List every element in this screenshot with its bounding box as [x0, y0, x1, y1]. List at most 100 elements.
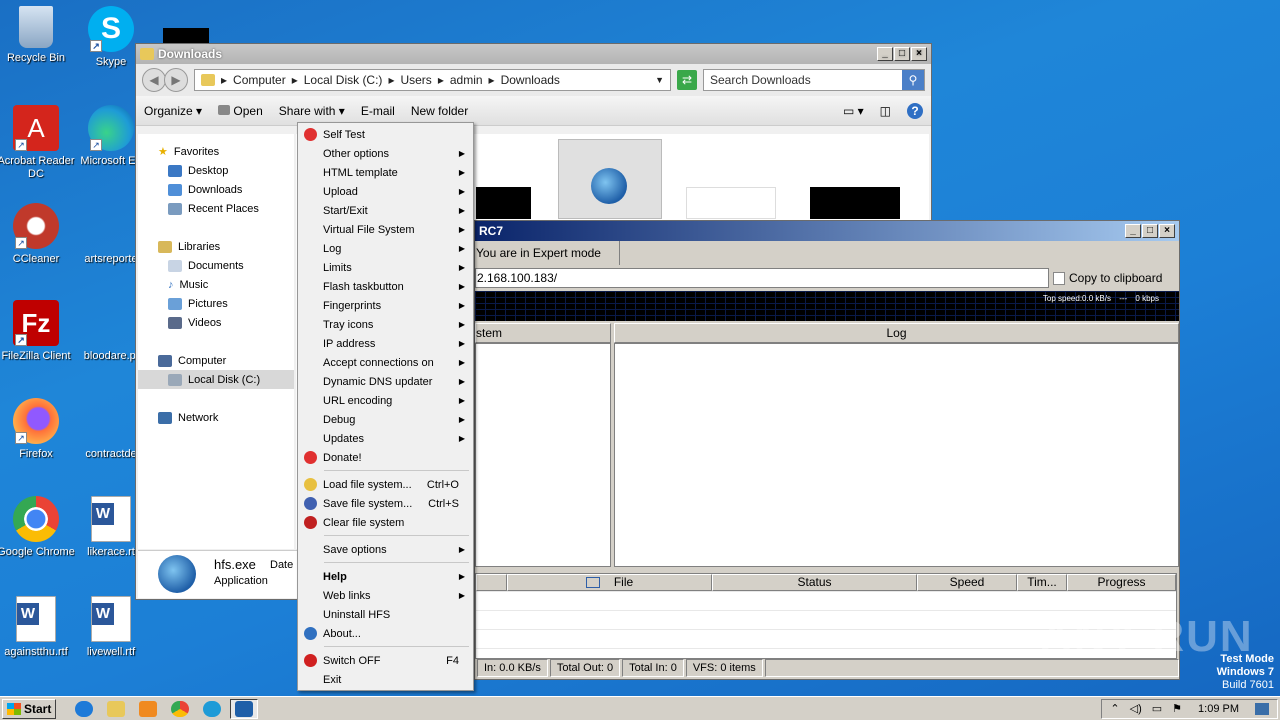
menu-item-self-test[interactable]: Self Test: [300, 125, 471, 144]
minimize-button[interactable]: _: [1125, 224, 1141, 238]
nav-local-disk[interactable]: Local Disk (C:): [138, 370, 294, 389]
share-with-button[interactable]: Share with ▾: [279, 104, 345, 118]
menu-item-about[interactable]: About...: [300, 624, 471, 643]
menu-item-other-options[interactable]: Other options ▶: [300, 144, 471, 163]
taskbar-chrome[interactable]: [166, 699, 194, 719]
minimize-button[interactable]: _: [877, 47, 893, 61]
menu-item-ip-address[interactable]: IP address ▶: [300, 334, 471, 353]
volume-icon[interactable]: ◁): [1130, 702, 1142, 715]
organize-button[interactable]: Organize ▾: [144, 104, 202, 118]
nav-videos[interactable]: Videos: [138, 313, 294, 332]
desktop-icon-acrobat[interactable]: A ↗ Acrobat Reader DC: [0, 105, 75, 181]
menu-item-url-encoding[interactable]: URL encoding ▶: [300, 391, 471, 410]
menu-item-web-links[interactable]: Web links ▶: [300, 586, 471, 605]
menu-item-uninstall-hfs[interactable]: Uninstall HFS: [300, 605, 471, 624]
menu-item-debug[interactable]: Debug ▶: [300, 410, 471, 429]
forward-button[interactable]: ▶: [164, 68, 188, 92]
col-time[interactable]: Tim...: [1017, 574, 1067, 591]
taskbar-media-player[interactable]: [134, 699, 162, 719]
log-area[interactable]: [614, 343, 1179, 567]
desktop-icon-livewell[interactable]: W livewell.rtf: [72, 596, 150, 659]
nav-network[interactable]: Network: [138, 408, 294, 427]
menu-item-html-template[interactable]: HTML template ▶: [300, 163, 471, 182]
menu-item-tray-icons[interactable]: Tray icons ▶: [300, 315, 471, 334]
menu-item-virtual-file-system[interactable]: Virtual File System ▶: [300, 220, 471, 239]
file-thumbnail[interactable]: [476, 187, 531, 219]
back-button[interactable]: ◀: [142, 68, 166, 92]
col-file[interactable]: File: [507, 574, 712, 591]
col-speed[interactable]: Speed: [917, 574, 1017, 591]
email-button[interactable]: E-mail: [361, 104, 395, 118]
desktop-icon-againstthu[interactable]: W againstthu.rtf: [0, 596, 75, 659]
desktop-icon-recycle-bin[interactable]: Recycle Bin: [0, 6, 75, 65]
address-bar[interactable]: ▸ Computer ▸ Local Disk (C:) ▸ Users ▸ a…: [194, 69, 671, 91]
file-thumbnail-selected[interactable]: [558, 139, 662, 219]
show-desktop-icon[interactable]: [1255, 702, 1269, 715]
maximize-button[interactable]: □: [1142, 224, 1158, 238]
breadcrumb-local-disk[interactable]: Local Disk (C:): [304, 73, 383, 87]
menu-item-load-file-system[interactable]: Load file system... Ctrl+O: [300, 475, 471, 494]
refresh-button[interactable]: ⇄: [677, 70, 697, 90]
network-tray-icon[interactable]: ▭: [1152, 702, 1162, 715]
help-icon[interactable]: ?: [907, 102, 923, 119]
menu-item-accept-connections-on[interactable]: Accept connections on ▶: [300, 353, 471, 372]
menu-item-switch-off[interactable]: Switch OFF F4: [300, 651, 471, 670]
nav-computer[interactable]: Computer: [138, 351, 294, 370]
menu-item-log[interactable]: Log ▶: [300, 239, 471, 258]
nav-recent-places[interactable]: Recent Places: [138, 199, 294, 218]
menu-item-fingerprints[interactable]: Fingerprints ▶: [300, 296, 471, 315]
clock[interactable]: 1:09 PM: [1198, 703, 1239, 715]
taskbar-explorer[interactable]: [102, 699, 130, 719]
breadcrumb-admin[interactable]: admin: [450, 73, 483, 87]
taskbar-edge[interactable]: [198, 699, 226, 719]
open-button[interactable]: Open: [218, 104, 263, 118]
copy-to-clipboard-button[interactable]: Copy to clipboard: [1053, 271, 1162, 285]
start-button[interactable]: Start: [2, 698, 56, 719]
mode-button[interactable]: You are in Expert mode: [475, 241, 620, 265]
menu-item-limits[interactable]: Limits ▶: [300, 258, 471, 277]
breadcrumb-computer[interactable]: Computer: [233, 73, 286, 87]
menu-item-save-file-system[interactable]: Save file system... Ctrl+S: [300, 494, 471, 513]
menu-item-dynamic-dns-updater[interactable]: Dynamic DNS updater ▶: [300, 372, 471, 391]
chevron-down-icon[interactable]: ▼: [655, 75, 664, 85]
menu-item-help[interactable]: Help ▶: [300, 567, 471, 586]
tray-expand-icon[interactable]: ⌃: [1110, 702, 1119, 715]
menu-item-donate[interactable]: Donate!: [300, 448, 471, 467]
nav-favorites[interactable]: ★ Favorites: [138, 142, 294, 161]
nav-documents[interactable]: Documents: [138, 256, 294, 275]
menu-item-save-options[interactable]: Save options ▶: [300, 540, 471, 559]
desktop-icon-ccleaner[interactable]: ↗ CCleaner: [0, 203, 75, 266]
menu-item-updates[interactable]: Updates ▶: [300, 429, 471, 448]
desktop-icon-firefox[interactable]: ↗ Firefox: [0, 398, 75, 461]
maximize-button[interactable]: □: [894, 47, 910, 61]
menu-item-start-exit[interactable]: Start/Exit ▶: [300, 201, 471, 220]
taskbar-hfs[interactable]: [230, 698, 258, 719]
breadcrumb-users[interactable]: Users: [400, 73, 431, 87]
menu-item-exit[interactable]: Exit: [300, 670, 471, 689]
desktop-icon-chrome[interactable]: Google Chrome: [0, 496, 75, 559]
search-input[interactable]: Search Downloads ⚲: [703, 69, 925, 91]
url-field[interactable]: 2.168.100.183/: [475, 268, 1049, 288]
breadcrumb-downloads[interactable]: Downloads: [501, 73, 560, 87]
file-thumbnail[interactable]: [686, 187, 776, 219]
preview-pane-icon[interactable]: ◫: [880, 104, 891, 118]
menu-item-flash-taskbutton[interactable]: Flash taskbutton ▶: [300, 277, 471, 296]
vfs-tree[interactable]: [475, 343, 611, 567]
nav-pictures[interactable]: Pictures: [138, 294, 294, 313]
flag-icon[interactable]: ⚑: [1172, 702, 1182, 715]
menu-item-upload[interactable]: Upload ▶: [300, 182, 471, 201]
close-button[interactable]: ×: [1159, 224, 1175, 238]
nav-libraries[interactable]: Libraries: [138, 237, 294, 256]
nav-desktop[interactable]: Desktop: [138, 161, 294, 180]
file-thumbnail[interactable]: [810, 187, 900, 219]
nav-music[interactable]: ♪ Music: [138, 275, 294, 294]
search-icon[interactable]: ⚲: [902, 70, 924, 90]
menu-item-clear-file-system[interactable]: Clear file system: [300, 513, 471, 532]
nav-downloads[interactable]: Downloads: [138, 180, 294, 199]
close-button[interactable]: ×: [911, 47, 927, 61]
view-options-icon[interactable]: ▭ ▾: [843, 104, 864, 118]
desktop-icon-filezilla[interactable]: Fz ↗ FileZilla Client: [0, 300, 75, 363]
taskbar-ie[interactable]: [70, 699, 98, 719]
col-progress[interactable]: Progress: [1067, 574, 1176, 591]
col-status[interactable]: Status: [712, 574, 917, 591]
